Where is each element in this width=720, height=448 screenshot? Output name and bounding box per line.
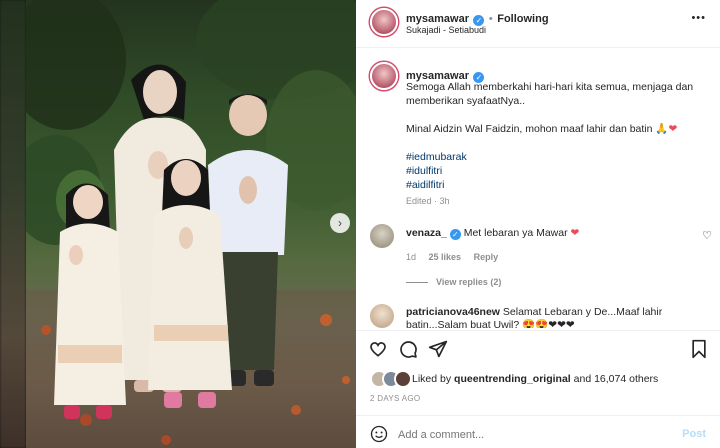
comment-bubble-icon[interactable] [398, 339, 418, 359]
comment-likes[interactable]: 25 likes [429, 252, 462, 262]
caption-line-2: memberikan syafaatNya.. [406, 95, 526, 107]
comment-meta: 1d 25 likes Reply [406, 252, 498, 262]
post-media-area: › [0, 0, 356, 448]
author-avatar[interactable] [370, 8, 398, 36]
hashtag-link[interactable]: #iedmubarak [406, 150, 712, 164]
caption-line-3-wrap: Minal Aidzin Wal Faidzin, mohon maaf lah… [406, 122, 712, 136]
caption-edited: Edited · 3h [406, 196, 450, 206]
pray-emoji: 🙏 [655, 123, 669, 135]
commenter-avatar[interactable] [370, 304, 394, 328]
post-location[interactable]: Sukajadi - Setiabudi [406, 25, 486, 35]
following-button[interactable]: Following [497, 13, 548, 25]
caption-line-1: Semoga Allah memberkahi hari-hari kita s… [406, 81, 694, 93]
liked-by-text: Liked by queentrending_original and 16,0… [412, 373, 658, 385]
view-replies[interactable]: View replies (2) [406, 277, 501, 287]
like-heart-icon[interactable] [368, 339, 388, 359]
hashtag-link[interactable]: #idulfitri [406, 164, 712, 178]
hashtag-link[interactable]: #aidilfitri [406, 178, 712, 192]
commenter-avatar[interactable] [370, 224, 394, 248]
like-comment-heart-icon[interactable]: ♡ [702, 229, 712, 242]
emoji-smiley-icon[interactable] [370, 425, 388, 443]
heart-emoji: ❤ [570, 227, 580, 239]
replies-divider [406, 282, 428, 284]
caption-text: Semoga Allah memberkahi hari-hari kita s… [406, 80, 712, 192]
heart-emoji: ❤ [668, 123, 678, 135]
view-replies-label: View replies (2) [436, 277, 502, 287]
liked-by-avatars[interactable] [370, 370, 418, 388]
comment-username[interactable]: venaza_ [406, 227, 447, 239]
avatar [394, 370, 412, 388]
comment-age: 1d [406, 252, 417, 262]
carousel-next-button[interactable]: › [330, 213, 350, 233]
post-sidebar: mysamawar ✓ • Following Sukajadi - Setia… [356, 0, 720, 448]
share-send-icon[interactable] [428, 339, 448, 359]
comment-text-line-1: Selamat Lebaran y De...Maaf lahir [502, 306, 663, 318]
family-photo-illustration [26, 0, 356, 448]
comment-body: patricianova46new Selamat Lebaran y De..… [406, 306, 666, 328]
post-comment-button[interactable]: Post [682, 428, 706, 440]
comment-text-line-2: batin...Salam buat Uwil? [406, 319, 520, 328]
comment-emojis: 😍😍❤❤❤ [522, 319, 575, 328]
background-blur [0, 0, 26, 448]
comment-username[interactable]: patricianova46new [406, 306, 500, 318]
comment-body: venaza_ ✓ Met lebaran ya Mawar ❤ [406, 227, 579, 240]
reply-button[interactable]: Reply [474, 252, 499, 262]
liked-by-suffix[interactable]: and 16,074 others [574, 373, 659, 385]
liked-by-user[interactable]: queentrending_original [454, 373, 571, 385]
post-photo[interactable] [26, 0, 356, 448]
post-header: mysamawar ✓ • Following Sukajadi - Setia… [356, 0, 720, 48]
liked-by-prefix: Liked by [412, 373, 452, 385]
caption-avatar[interactable] [370, 62, 398, 90]
bookmark-icon[interactable] [690, 339, 708, 359]
action-section: Liked by queentrending_original and 16,0… [356, 330, 720, 448]
post-date: 2 DAYS AGO [370, 394, 421, 403]
caption-line-3: Minal Aidzin Wal Faidzin, mohon maaf lah… [406, 123, 653, 135]
author-username[interactable]: mysamawar [406, 13, 469, 25]
dot-separator: • [488, 13, 493, 25]
comment-input[interactable] [398, 426, 668, 444]
more-options-icon[interactable]: ••• [691, 12, 706, 24]
verified-badge-icon: ✓ [449, 229, 461, 240]
divider [356, 415, 720, 416]
comment-text: Met lebaran ya Mawar [463, 227, 568, 239]
